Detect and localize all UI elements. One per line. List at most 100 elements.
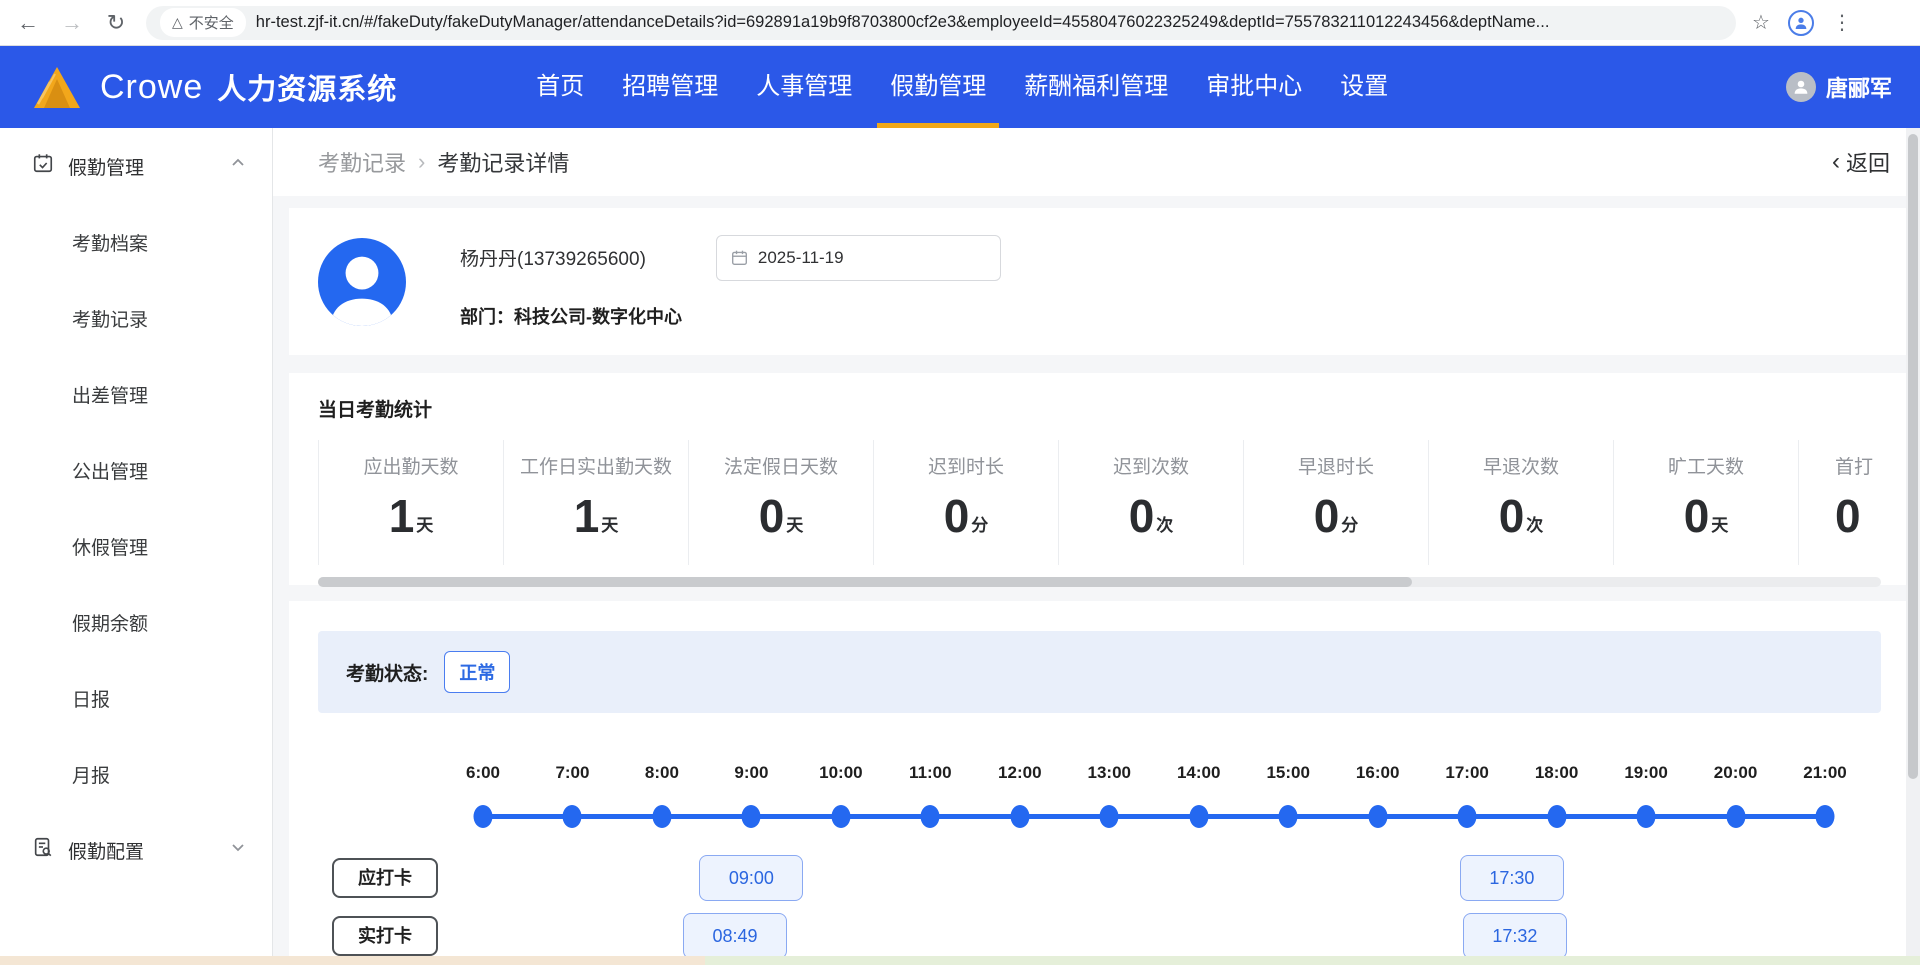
stat-unit: 天 [416,511,433,539]
timeline-hour-label: 15:00 [1266,763,1309,783]
breadcrumb-current: 考勤记录详情 [437,146,569,178]
stat-value-row: 0天 [1614,493,1798,539]
nav-item-4[interactable]: 薪酬福利管理 [1005,46,1187,128]
sidebar-item-0-7[interactable]: 月报 [0,736,272,812]
timeline-dot [1458,805,1477,828]
sidebar: 假勤管理考勤档案考勤记录出差管理公出管理休假管理假期余额日报月报假勤配置 [0,128,273,965]
stat-label: 首打 [1835,452,1881,479]
status-label: 考勤状态: [346,659,428,686]
horizontal-scrollbar-thumb[interactable] [318,577,1412,587]
main-nav-menu: 首页招聘管理人事管理假勤管理薪酬福利管理审批中心设置 [517,46,1407,128]
department-value: 科技公司-数字化中心 [514,307,682,327]
timeline-track [483,803,1825,829]
sidebar-item-0-6[interactable]: 日报 [0,660,272,736]
person-icon [1793,15,1809,31]
stat-value: 0 [944,493,970,539]
sidebar-item-label: 日报 [72,685,110,712]
stat-card-8: 首打 0 [1798,440,1881,565]
timeline-hour-label: 7:00 [555,763,589,783]
punch-time-chip: 08:49 [683,913,787,959]
stat-label: 迟到次数 [1059,452,1243,479]
stat-value-row: 0 [1835,493,1881,539]
user-menu[interactable]: 唐郦军 [1786,71,1892,103]
sidebar-item-0-3[interactable]: 公出管理 [0,432,272,508]
timeline-hour-label: 20:00 [1714,763,1757,783]
timeline-hour-label: 14:00 [1177,763,1220,783]
stat-card-0: 应出勤天数1天 [318,440,503,565]
punch-time-chip: 09:00 [699,855,803,901]
vertical-scrollbar-thumb[interactable] [1908,134,1918,779]
chevron-down-icon [230,839,246,861]
punch-row-label: 实打卡 [332,916,438,956]
warning-icon: △ [172,14,183,31]
not-secure-label: 不安全 [189,12,234,33]
sidebar-group-0[interactable]: 假勤管理 [0,128,272,204]
address-bar[interactable]: △ 不安全 hr-test.zjf-it.cn/#/fakeDuty/fakeD… [146,6,1736,40]
browser-reload-icon[interactable]: ↻ [102,10,130,36]
main-content: 考勤记录 › 考勤记录详情 ‹ 返回 [273,128,1920,965]
timeline-hour-labels: 6:007:008:009:0010:0011:0012:0013:0014:0… [483,763,1825,785]
timeline-hour-label: 17:00 [1445,763,1488,783]
employee-department: 部门：科技公司-数字化中心 [460,303,1001,329]
stat-unit: 天 [1711,511,1728,539]
timeline-dot [563,805,582,828]
breadcrumb: 考勤记录 › 考勤记录详情 ‹ 返回 [273,128,1920,196]
sidebar-item-label: 休假管理 [72,533,148,560]
nav-item-2[interactable]: 人事管理 [737,46,871,128]
page: ← → ↻ △ 不安全 hr-test.zjf-it.cn/#/fakeDuty… [0,0,1920,965]
sidebar-item-0-1[interactable]: 考勤记录 [0,280,272,356]
stat-label: 早退次数 [1429,452,1613,479]
stat-card-7: 旷工天数0天 [1613,440,1798,565]
timeline-hour-label: 11:00 [909,763,952,783]
stat-unit: 次 [1156,511,1173,539]
timeline-hour-label: 16:00 [1356,763,1399,783]
nav-item-5[interactable]: 审批中心 [1187,46,1321,128]
nav-item-0[interactable]: 首页 [517,46,603,128]
date-value: 2025-11-19 [758,248,844,268]
stat-card-1: 工作日实出勤天数1天 [503,440,688,565]
sidebar-group-1[interactable]: 假勤配置 [0,812,272,888]
browser-menu-icon[interactable]: ⋮ [1832,10,1852,35]
stat-value-row: 1天 [504,493,688,539]
punch-row-0: 应打卡09:0017:30 [318,855,1881,901]
stat-value: 0 [1499,493,1525,539]
nav-item-6[interactable]: 设置 [1321,46,1407,128]
browser-profile-icon[interactable] [1788,10,1814,36]
stat-label: 应出勤天数 [319,452,503,479]
bookmark-star-icon[interactable]: ☆ [1752,10,1770,35]
brand-name: Crowe [100,68,203,107]
stat-card-2: 法定假日天数0天 [688,440,873,565]
sidebar-item-0-0[interactable]: 考勤档案 [0,204,272,280]
punch-time-chip: 17:32 [1463,913,1567,959]
crowe-logo-icon [28,64,86,110]
sidebar-item-0-2[interactable]: 出差管理 [0,356,272,432]
nav-item-1[interactable]: 招聘管理 [603,46,737,128]
stat-value: 0 [1835,493,1861,539]
date-picker[interactable]: 2025-11-19 [716,235,1001,281]
timeline-line [483,814,1825,819]
sidebar-item-0-5[interactable]: 假期余额 [0,584,272,660]
stat-unit: 天 [601,511,618,539]
browser-back-icon[interactable]: ← [14,10,42,36]
stat-label: 早退时长 [1244,452,1428,479]
stat-value: 1 [574,493,600,539]
vertical-scrollbar[interactable] [1906,128,1920,965]
timeline-hour-label: 8:00 [645,763,679,783]
nav-item-3[interactable]: 假勤管理 [871,46,1005,128]
daily-stats-card: 当日考勤统计 应出勤天数1天工作日实出勤天数1天法定假日天数0天迟到时长0分迟到… [289,373,1910,585]
timeline-dot [1637,805,1656,828]
employee-avatar [318,238,406,326]
horizontal-scrollbar[interactable] [318,577,1881,587]
stat-unit: 次 [1526,511,1543,539]
not-secure-chip[interactable]: △ 不安全 [160,8,246,37]
sidebar-item-label: 出差管理 [72,381,148,408]
stat-unit: 天 [786,511,803,539]
back-button[interactable]: ‹ 返回 [1832,146,1890,178]
stat-card-4: 迟到次数0次 [1058,440,1243,565]
timeline-dot [474,805,493,828]
breadcrumb-parent[interactable]: 考勤记录 [318,146,406,178]
browser-forward-icon[interactable]: → [58,10,86,36]
sidebar-item-label: 考勤记录 [72,305,148,332]
sidebar-item-0-4[interactable]: 休假管理 [0,508,272,584]
stats-scroller: 应出勤天数1天工作日实出勤天数1天法定假日天数0天迟到时长0分迟到次数0次早退时… [318,440,1881,565]
